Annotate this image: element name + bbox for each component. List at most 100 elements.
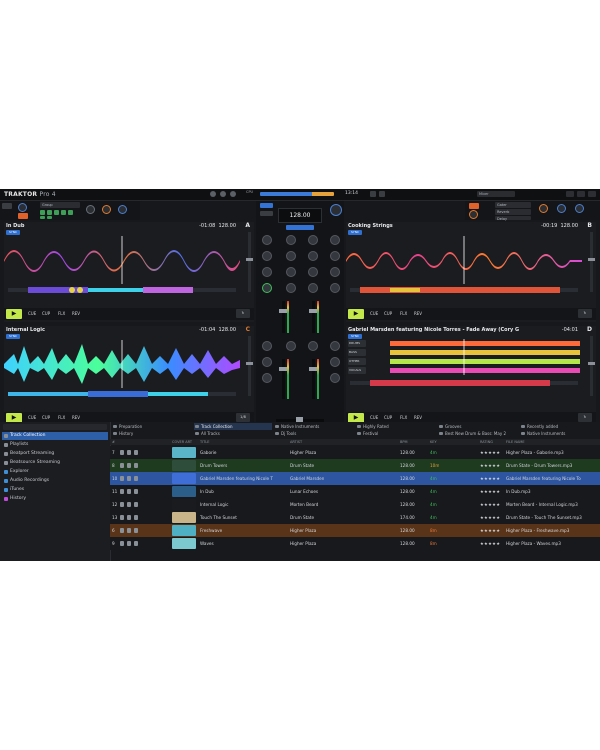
fx-dry-wet-knob[interactable] — [18, 203, 27, 212]
record-icon[interactable] — [370, 191, 376, 197]
favorite-dj-tools[interactable]: Dj Tools — [274, 430, 354, 437]
table-row[interactable]: 9 Waves Higher Plaza 128.00 8m ★★★★★ Higher Pl… — [110, 537, 600, 550]
favorite-native-instruments[interactable]: Native Instruments — [274, 423, 354, 430]
cup-button[interactable]: CUP — [384, 311, 392, 316]
fx-param-knob[interactable] — [86, 205, 95, 214]
stem-waveforms[interactable] — [390, 339, 580, 375]
col-title[interactable]: TITLE — [200, 439, 209, 445]
table-row[interactable]: 10 Gabriel Marsden featuring Nicole T Gabr… — [110, 472, 600, 485]
track-overview[interactable] — [8, 285, 236, 295]
fx-unit-1-toggle[interactable] — [2, 203, 12, 209]
loop-size[interactable]: ↻ — [578, 413, 592, 422]
favorite-grooves[interactable]: Grooves — [438, 423, 518, 430]
sidebar-item-track-collection[interactable]: Track Collection — [2, 432, 108, 440]
stem-other[interactable]: OTHER — [348, 358, 366, 365]
play-button[interactable]: ▶ — [348, 309, 364, 319]
fx-pad[interactable] — [47, 210, 52, 215]
cup-button[interactable]: CUP — [384, 415, 392, 420]
channel-fader-d[interactable] — [309, 359, 318, 399]
fx-pad[interactable] — [40, 216, 45, 219]
sidebar-item-beatport[interactable]: Beatport Streaming — [2, 450, 108, 458]
mixer-button[interactable] — [260, 211, 273, 216]
eq-hi-knob[interactable] — [262, 251, 272, 261]
sync-button[interactable]: SYNC — [6, 334, 20, 339]
master-volume-knob[interactable] — [330, 204, 342, 216]
tempo-fader[interactable] — [588, 232, 595, 292]
favorite-history[interactable]: History — [112, 430, 192, 437]
fx-param-knob[interactable] — [575, 204, 584, 213]
flux-button[interactable]: FLX — [58, 311, 65, 316]
favorite-best-new-dnb[interactable]: Best New Drum & Bass: May 2 — [438, 430, 518, 437]
table-row[interactable]: 13 Touch The Sunset Drum State 174.00 4m ★★★★… — [110, 511, 600, 524]
tempo-fader[interactable] — [246, 336, 253, 396]
eq-hi-knob[interactable] — [330, 251, 340, 261]
table-row[interactable]: 6 Freshwave Higher Plaza 128.00 8m ★★★★★ Highe… — [110, 524, 600, 537]
favorite-recently-added[interactable]: Recently added — [520, 423, 598, 430]
fx-pad[interactable] — [40, 210, 45, 215]
gain-knob-c[interactable] — [262, 341, 272, 351]
cue-button[interactable]: CUE — [28, 311, 36, 316]
waveform[interactable] — [4, 236, 240, 284]
fx-pad[interactable] — [54, 210, 59, 215]
master-clock-button[interactable] — [286, 225, 314, 230]
fx-pad[interactable] — [47, 216, 52, 219]
sidebar-item-history[interactable]: History — [2, 495, 108, 503]
favorite-preparation[interactable]: Preparation — [112, 423, 192, 430]
table-row[interactable]: 8 Drum Towers Drum State 128.00 10m ★★★★★ Drum… — [110, 459, 600, 472]
gain-knob-d[interactable] — [308, 341, 318, 351]
sidebar-item-itunes[interactable]: iTunes — [2, 486, 108, 494]
fx-preset-select[interactable]: Group — [40, 202, 80, 208]
col-file-name[interactable]: FILE NAME — [506, 439, 525, 445]
col-number[interactable]: # — [112, 439, 115, 445]
eq-mid-knob[interactable] — [308, 267, 318, 277]
favorite-track-collection[interactable]: Track Collection — [194, 423, 272, 430]
settings-icon[interactable] — [566, 191, 574, 197]
flux-button[interactable]: FLX — [58, 415, 65, 420]
col-bpm[interactable]: BPM — [400, 439, 408, 445]
track-overview[interactable] — [8, 389, 236, 399]
fx-param-knob[interactable] — [102, 205, 111, 214]
col-rating[interactable]: RATING — [480, 439, 493, 445]
channel-fader-c[interactable] — [279, 359, 288, 399]
play-button[interactable]: ▶ — [6, 309, 22, 319]
channel-fader-a[interactable] — [279, 301, 288, 333]
eq-mid-knob[interactable] — [262, 267, 272, 277]
track-overview[interactable] — [350, 378, 578, 388]
flux-button[interactable]: FLX — [400, 311, 407, 316]
table-row[interactable]: 7 Gaborie Higher Plaza 128.00 4m ★★★★★ Higher … — [110, 446, 600, 459]
eq-knob[interactable] — [262, 357, 272, 367]
cue-button[interactable]: CUE — [28, 415, 36, 420]
stem-vocals[interactable]: VOCALS — [348, 367, 366, 374]
gain-knob-a[interactable] — [262, 235, 272, 245]
fx-param-knob[interactable] — [539, 204, 548, 213]
fx-param-knob[interactable] — [118, 205, 127, 214]
eq-low-knob[interactable] — [262, 283, 272, 293]
sync-button[interactable]: SYNC — [348, 230, 362, 235]
track-overview[interactable] — [350, 285, 578, 295]
col-artist[interactable]: ARTIST — [290, 439, 302, 445]
favorite-festival[interactable]: Festival — [356, 430, 436, 437]
reverse-button[interactable]: REV — [414, 415, 422, 420]
gain-knob-b[interactable] — [286, 235, 296, 245]
search-input[interactable] — [3, 424, 107, 430]
channel-fader-b[interactable] — [309, 301, 318, 333]
waveform[interactable] — [346, 236, 582, 284]
reverse-button[interactable]: REV — [72, 311, 80, 316]
cue-button[interactable]: CUE — [370, 311, 378, 316]
fx-param-knob[interactable] — [557, 204, 566, 213]
sidebar-item-explorer[interactable]: Explorer — [2, 468, 108, 476]
favorite-all-tracks[interactable]: All Tracks — [194, 430, 272, 437]
broadcast-icon[interactable] — [379, 191, 385, 197]
sync-button[interactable]: SYNC — [6, 230, 20, 235]
reverse-button[interactable]: REV — [414, 311, 422, 316]
fx-preset-select[interactable]: Delay — [495, 216, 531, 221]
fx-pad[interactable] — [68, 210, 73, 215]
reverse-button[interactable]: REV — [72, 415, 80, 420]
fx-on-button[interactable] — [18, 213, 28, 219]
eq-low-knob[interactable] — [286, 283, 296, 293]
stem-drums[interactable]: DRUMS — [348, 340, 366, 347]
gain-knob-c[interactable] — [286, 341, 296, 351]
waveform[interactable] — [4, 340, 240, 388]
flux-button[interactable]: FLX — [400, 415, 407, 420]
favorite-highly-rated[interactable]: Highly Rated — [356, 423, 436, 430]
